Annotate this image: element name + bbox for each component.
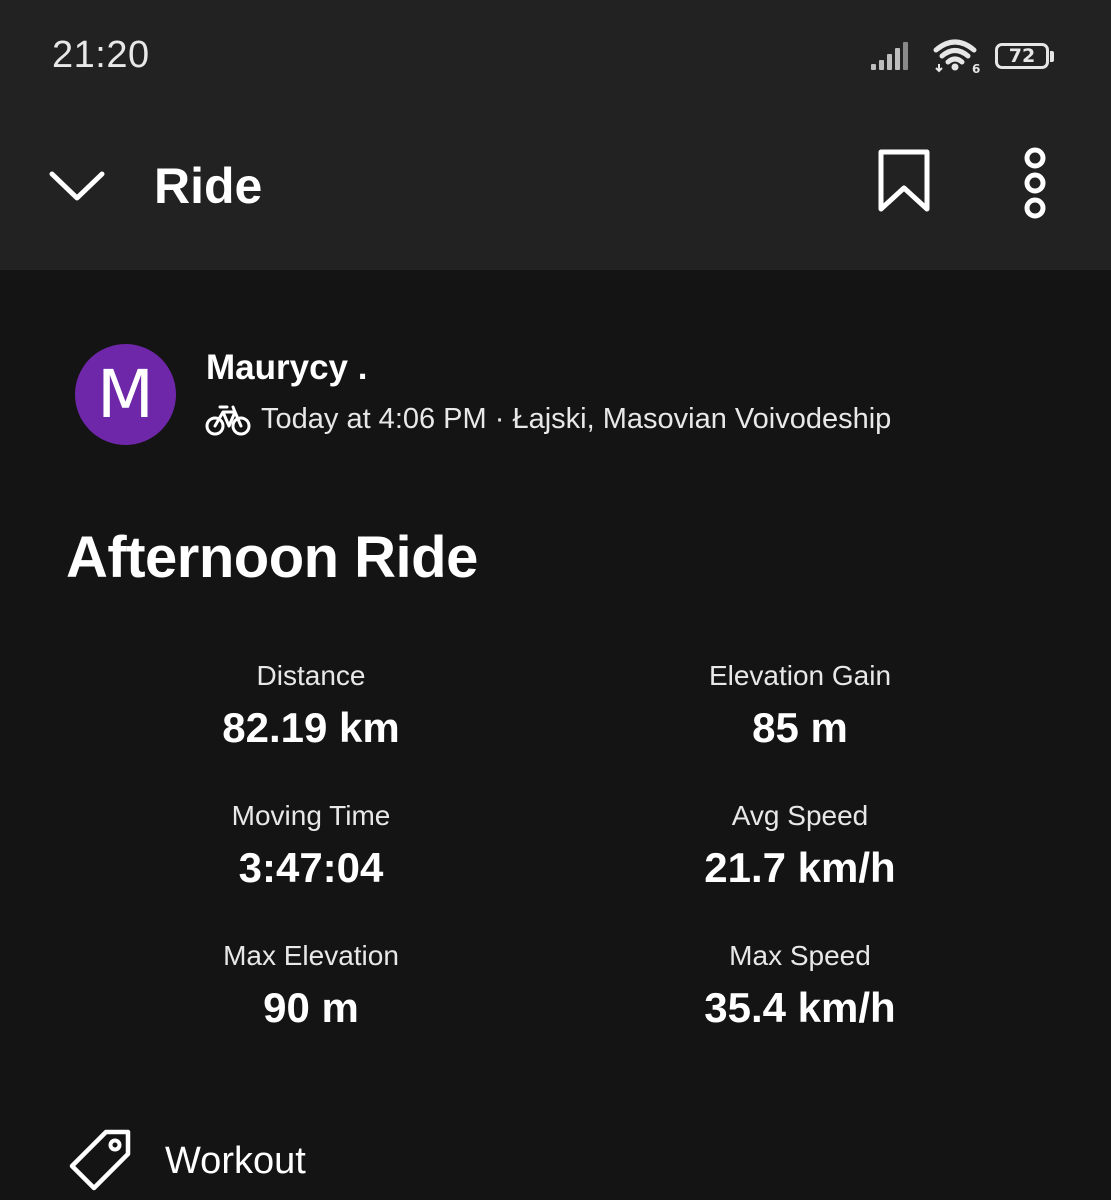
tag-label: Workout — [165, 1139, 306, 1182]
activity-detail: M Maurycy . Today at 4:06 PM · Łajski, M… — [0, 270, 1111, 1200]
status-time: 21:20 — [52, 34, 150, 76]
status-bar: 21:20 6 72 — [0, 0, 1111, 112]
stat-label: Max Speed — [729, 940, 871, 971]
stat-label: Moving Time — [231, 800, 391, 831]
bookmark-icon[interactable] — [876, 148, 932, 214]
wifi-icon: 6 — [933, 39, 980, 74]
stat-value: 85 m — [752, 704, 848, 751]
battery-level: 72 — [995, 43, 1049, 69]
stat-distance: Distance 82.19 km — [111, 658, 511, 754]
more-options-icon[interactable] — [1012, 146, 1058, 220]
stat-value: 35.4 km/h — [704, 984, 896, 1031]
stat-moving-time: Moving Time 3:47:04 — [111, 798, 511, 894]
stat-value: 90 m — [263, 984, 359, 1031]
stat-avg-speed: Avg Speed 21.7 km/h — [600, 798, 1000, 894]
stat-value: 3:47:04 — [238, 844, 384, 891]
battery-tip — [1050, 50, 1054, 62]
athlete-name[interactable]: Maurycy . — [206, 348, 367, 388]
stat-value: 21.7 km/h — [704, 844, 896, 891]
app-bar: Ride — [0, 112, 1111, 270]
stat-max-elevation: Max Elevation 90 m — [111, 938, 511, 1034]
stat-label: Distance — [256, 660, 366, 691]
stat-label: Max Elevation — [223, 940, 399, 971]
wifi-badge: 6 — [972, 62, 980, 74]
activity-meta-text: Today at 4:06 PM · Łajski, Masovian Voiv… — [261, 402, 892, 435]
stat-label: Avg Speed — [731, 800, 869, 831]
workout-tag[interactable]: Workout — [66, 1128, 306, 1194]
stat-max-speed: Max Speed 35.4 km/h — [600, 938, 1000, 1034]
bike-icon — [205, 405, 251, 436]
stat-label: Elevation Gain — [708, 660, 892, 691]
activity-title: Afternoon Ride — [66, 525, 478, 590]
signal-icon — [871, 42, 908, 70]
page-title: Ride — [154, 158, 263, 214]
activity-meta: Today at 4:06 PM · Łajski, Masovian Voiv… — [205, 402, 891, 436]
battery-indicator: 72 — [995, 42, 1055, 70]
stat-value: 82.19 km — [222, 704, 400, 751]
stat-elevation-gain: Elevation Gain 85 m — [600, 658, 1000, 754]
avatar[interactable]: M — [75, 344, 176, 445]
chevron-down-icon[interactable] — [46, 162, 108, 206]
tag-icon — [69, 1129, 131, 1191]
status-icons: 6 72 — [871, 38, 1055, 74]
